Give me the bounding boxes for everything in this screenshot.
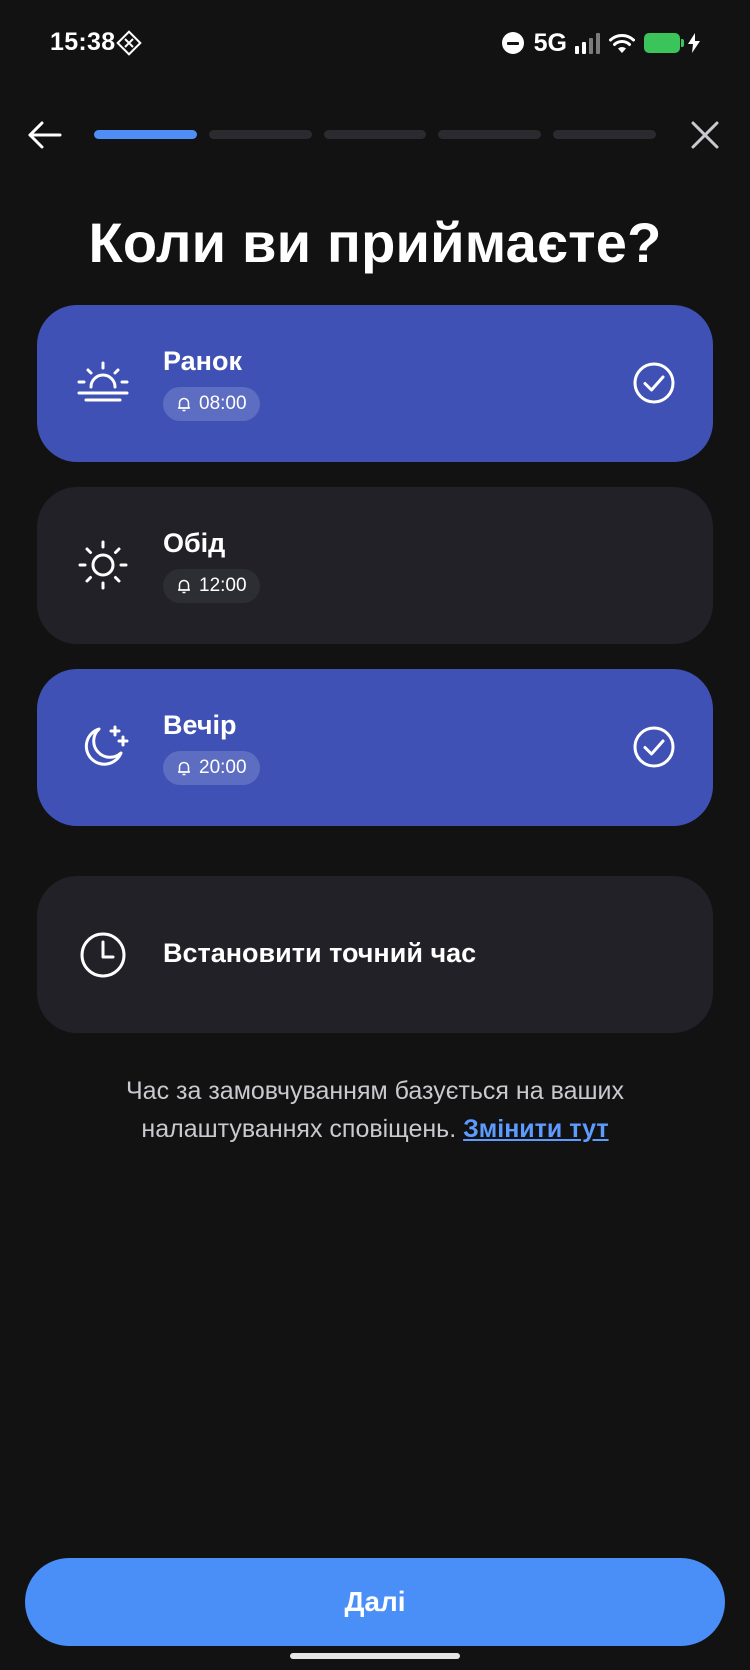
time-value: 12:00 [199,575,247,596]
progress-segment [323,130,427,139]
time-badge: 20:00 [163,751,260,785]
status-time: 15:38 [50,28,116,56]
bell-icon [178,579,190,594]
network-type: 5G [533,28,567,57]
diamond-grid-icon [116,30,142,56]
status-icons: 5G [501,28,700,58]
time-badge: 12:00 [163,569,260,603]
option-label: Вечір [163,710,237,740]
set-exact-time-button[interactable]: Встановити точний час [37,876,713,1033]
progress-segment [553,130,656,139]
do-not-disturb-icon [501,32,524,54]
moon-stars-icon [84,725,129,766]
default-time-note: Час за замовчуванням базується на ваших … [60,1072,690,1148]
status-bar: 15:38 5G [0,0,750,86]
home-indicator [290,1653,460,1659]
progress-segment [94,130,197,139]
option-evening[interactable]: Вечір 20:00 [37,669,713,826]
next-button[interactable]: Далі [25,1558,725,1646]
check-circle-icon [633,362,675,404]
progress-segment [438,130,542,139]
change-here-link[interactable]: Змінити тут [463,1115,608,1143]
wifi-icon [609,34,635,53]
arrow-left-icon[interactable] [24,114,66,156]
option-label: Обід [163,528,226,558]
time-value: 20:00 [199,757,247,778]
progress-segment [208,130,312,139]
exact-time-label: Встановити точний час [163,938,477,968]
option-noon[interactable]: Обід 12:00 [37,487,713,644]
bell-icon [178,397,190,412]
close-icon[interactable] [684,114,726,156]
sun-icon [78,540,128,590]
bell-icon [178,761,190,776]
time-value: 08:00 [199,393,247,414]
clock-icon [80,932,126,978]
top-navigation [0,110,750,160]
sunrise-icon [77,361,129,402]
option-morning[interactable]: Ранок 08:00 [37,305,713,462]
signal-icon [575,32,600,54]
check-circle-icon [633,726,675,768]
battery-icon [644,33,684,53]
page-title: Коли ви приймаєте? [88,211,662,274]
progress-bar [94,130,656,139]
charging-bolt-icon [688,33,700,53]
time-badge: 08:00 [163,387,260,421]
option-label: Ранок [163,346,242,376]
